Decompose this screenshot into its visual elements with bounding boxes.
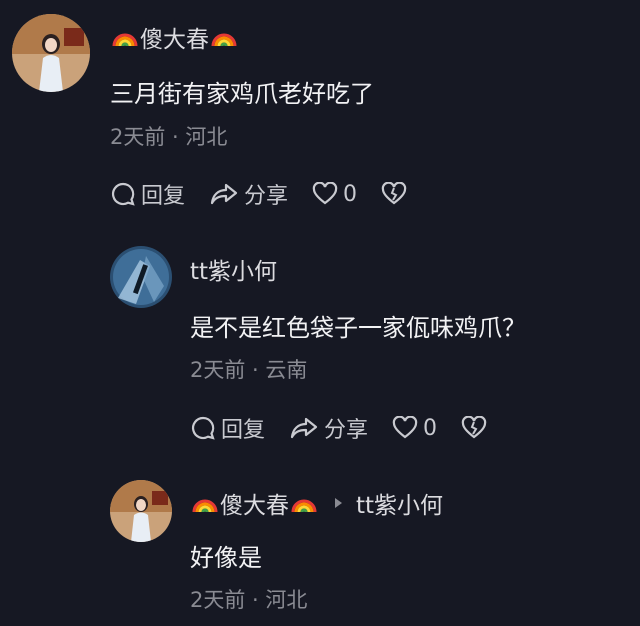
like-count: 0 (343, 181, 358, 207)
comment-meta: 2天前 · 河北 (110, 125, 228, 149)
chat-bubble-icon (111, 182, 135, 206)
dislike-button[interactable] (461, 416, 492, 440)
reply-to-name[interactable]: tt紫小何 (356, 486, 443, 520)
reply-button[interactable]: 回复 (110, 178, 185, 210)
broken-heart-icon (461, 416, 487, 439)
share-label: 分享 (324, 418, 369, 443)
share-button[interactable]: 分享 (209, 178, 288, 210)
share-label: 分享 (244, 184, 289, 209)
author-name: 傻大春 (220, 493, 289, 519)
like-button[interactable]: 0 (392, 416, 437, 441)
heart-icon (392, 416, 418, 439)
avatar-photo-icon (110, 480, 172, 542)
comment-author[interactable]: 傻大春 (110, 20, 239, 54)
like-button[interactable]: 0 (312, 182, 357, 207)
comment-2: tt紫小何 是不是红色袋子一家佤味鸡爪？ 2天前 · 云南 回复 分享 0 (0, 230, 640, 470)
rainbow-emoji-icon (192, 499, 218, 514)
avatar-photo-icon (110, 246, 172, 308)
share-arrow-icon (210, 183, 238, 205)
comment-actions: 回复 分享 0 (190, 412, 516, 444)
comment-author[interactable]: 傻大春 tt紫小何 (190, 486, 443, 520)
broken-heart-icon (381, 182, 407, 205)
comment-actions: 回复 分享 0 (110, 178, 436, 210)
share-button[interactable]: 分享 (289, 412, 368, 444)
chat-bubble-icon (191, 416, 215, 440)
comment-3: 傻大春 tt紫小何 好像是 2天前 · 河北 (0, 470, 640, 626)
rainbow-emoji-icon (291, 499, 317, 514)
avatar[interactable] (110, 246, 172, 308)
avatar-photo-icon (12, 14, 90, 92)
comment-text: 三月街有家鸡爪老好吃了 (110, 80, 374, 108)
heart-icon (312, 182, 338, 205)
dislike-button[interactable] (381, 182, 412, 206)
comment-meta: 2天前 · 云南 (190, 358, 308, 382)
reply-label: 回复 (221, 418, 266, 443)
author-name: tt紫小何 (190, 259, 278, 285)
reply-to-arrow-icon (335, 498, 342, 508)
like-count: 0 (423, 415, 438, 441)
comment-text: 好像是 (190, 544, 262, 572)
comment-author[interactable]: tt紫小何 (190, 252, 277, 286)
reply-button[interactable]: 回复 (190, 412, 265, 444)
rainbow-emoji-icon (112, 33, 138, 48)
author-name: 傻大春 (140, 27, 209, 53)
comment-1: 傻大春 三月街有家鸡爪老好吃了 2天前 · 河北 回复 分享 0 (0, 0, 640, 230)
comment-meta: 2天前 · 河北 (190, 588, 308, 612)
share-arrow-icon (290, 417, 318, 439)
rainbow-emoji-icon (211, 33, 237, 48)
avatar[interactable] (110, 480, 172, 542)
avatar[interactable] (12, 14, 90, 92)
comment-text: 是不是红色袋子一家佤味鸡爪？ (190, 314, 526, 342)
reply-label: 回复 (141, 184, 186, 209)
